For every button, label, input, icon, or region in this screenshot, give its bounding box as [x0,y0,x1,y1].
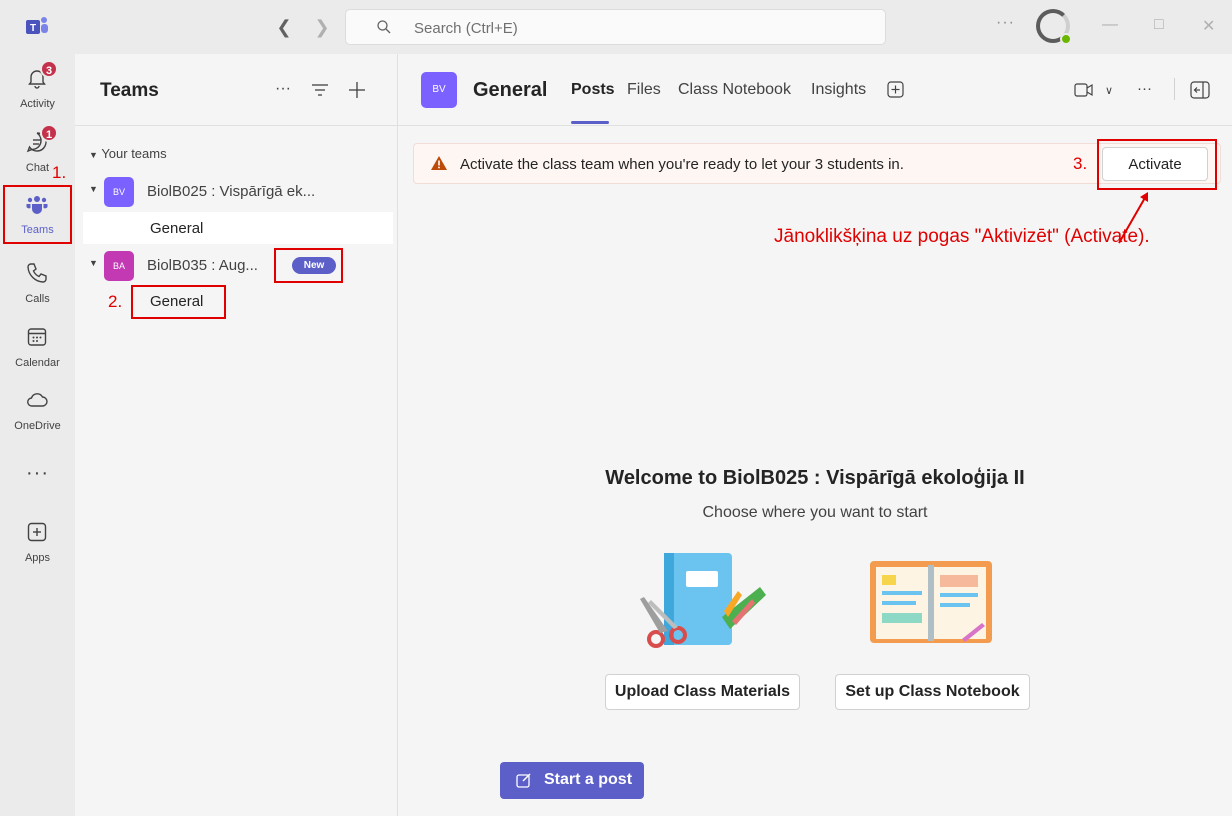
rail-item-onedrive[interactable]: OneDrive [0,384,75,444]
teams-logo-icon: T [26,17,48,34]
team-row-biolb035[interactable]: ▼ BA BiolB035 : Aug... New [83,245,393,285]
forward-arrow-icon[interactable]: ❯ [312,17,332,38]
welcome-title: Welcome to BiolB025 : Vispārīgā ekoloģij… [605,467,1025,489]
channel-title: General [473,79,548,101]
teams-header: Teams ··· [75,54,398,126]
open-pane-icon[interactable] [1190,81,1210,99]
caret-down-icon: ▼ [89,184,98,194]
tab-files[interactable]: Files [627,81,661,99]
minimize-icon[interactable]: — [1102,16,1118,34]
search-icon [377,20,391,34]
annotation-step-3: 3. [1073,154,1088,173]
start-post-button[interactable]: Start a post [500,762,644,799]
annotation-box-new [274,248,343,283]
team-avatar: BA [104,251,134,281]
caret-down-icon: ▼ [89,150,98,160]
team-name: BiolB035 : Aug... [147,257,258,274]
rail-item-apps[interactable]: Apps [0,516,75,576]
section-your-teams[interactable]: ▼ Your teams [89,146,167,161]
activity-badge: 3 [40,60,58,78]
channel-row-general[interactable]: General [83,285,393,317]
channel-header: BV General Posts Files Class Notebook In… [398,54,1232,126]
team-row-biolb025[interactable]: ▼ BV BiolB025 : Vispārīgā ek... [83,171,393,211]
team-name: BiolB025 : Vispārīgā ek... [147,183,316,200]
filter-icon[interactable] [311,82,329,98]
phone-icon [27,263,47,283]
tab-class-notebook[interactable]: Class Notebook [678,81,791,99]
more-options-icon[interactable]: ··· [996,14,1015,32]
more-options-icon[interactable]: ··· [1137,80,1152,97]
channel-name: General [150,220,204,237]
chevron-down-icon[interactable]: ∨ [1105,84,1113,97]
compose-icon [516,773,531,788]
divider [1174,78,1175,100]
welcome-subtitle: Choose where you want to start [702,504,928,521]
start-post-label: Start a post [544,771,633,788]
tab-insights[interactable]: Insights [811,81,866,99]
caret-down-icon: ▼ [89,258,98,268]
tab-posts[interactable]: Posts [571,81,615,99]
pane-title: Teams [100,80,159,101]
rail-item-calendar[interactable]: Calendar [0,321,75,381]
annotation-step-1: 1. [52,163,67,182]
rail-item-calls[interactable]: Calls [0,257,75,317]
svg-text:T: T [30,23,36,34]
banner-message: Activate the class team when you're read… [460,156,904,173]
add-apps-icon [27,522,47,542]
channel-avatar: BV [421,72,457,108]
annotation-step-2: 2. [108,292,123,311]
back-arrow-icon[interactable]: ❮ [274,17,294,38]
rail-item-label: Apps [24,552,51,564]
status-available-icon [1060,33,1072,45]
maximize-icon[interactable]: □ [1154,16,1164,34]
active-tab-indicator [571,121,609,124]
chat-badge: 1 [40,124,58,142]
teams-list-pane: Teams ··· ▼ Your teams ▼ BV BiolB025 : V… [75,54,398,816]
set-up-class-notebook-button[interactable]: Set up Class Notebook [835,674,1030,710]
more-apps-icon[interactable]: ··· [0,462,75,485]
video-call-icon[interactable] [1074,83,1094,97]
annotation-instruction: Jānoklikšķina uz pogas "Aktivizēt" (Acti… [774,226,1150,247]
annotation-box-activate [1097,139,1217,190]
search-input[interactable] [414,18,854,38]
warning-icon [431,156,447,170]
avatar[interactable] [1036,9,1072,45]
more-options-icon[interactable]: ··· [275,80,291,98]
rail-item-activity[interactable]: 3 Activity [0,60,75,122]
class-notebook-illustration [870,561,992,643]
class-materials-illustration [640,553,766,648]
add-icon[interactable] [347,80,367,100]
section-label: Your teams [101,146,167,161]
search-box[interactable] [345,9,886,45]
cloud-icon [27,393,48,407]
title-bar: T ❮ ❯ ··· — □ ✕ [0,0,1232,54]
add-tab-icon[interactable] [887,81,904,98]
upload-class-materials-button[interactable]: Upload Class Materials [605,674,800,710]
close-icon[interactable]: ✕ [1202,16,1215,36]
channel-row-general[interactable]: General [83,212,393,244]
annotation-box-teams [3,185,72,244]
rail-item-label: OneDrive [14,420,61,432]
rail-item-label: Calendar [15,357,60,369]
rail-item-label: Activity [20,98,55,110]
team-avatar: BV [104,177,134,207]
rail-item-label: Calls [25,293,50,305]
annotation-box-general [131,285,226,319]
calendar-icon [27,328,47,346]
